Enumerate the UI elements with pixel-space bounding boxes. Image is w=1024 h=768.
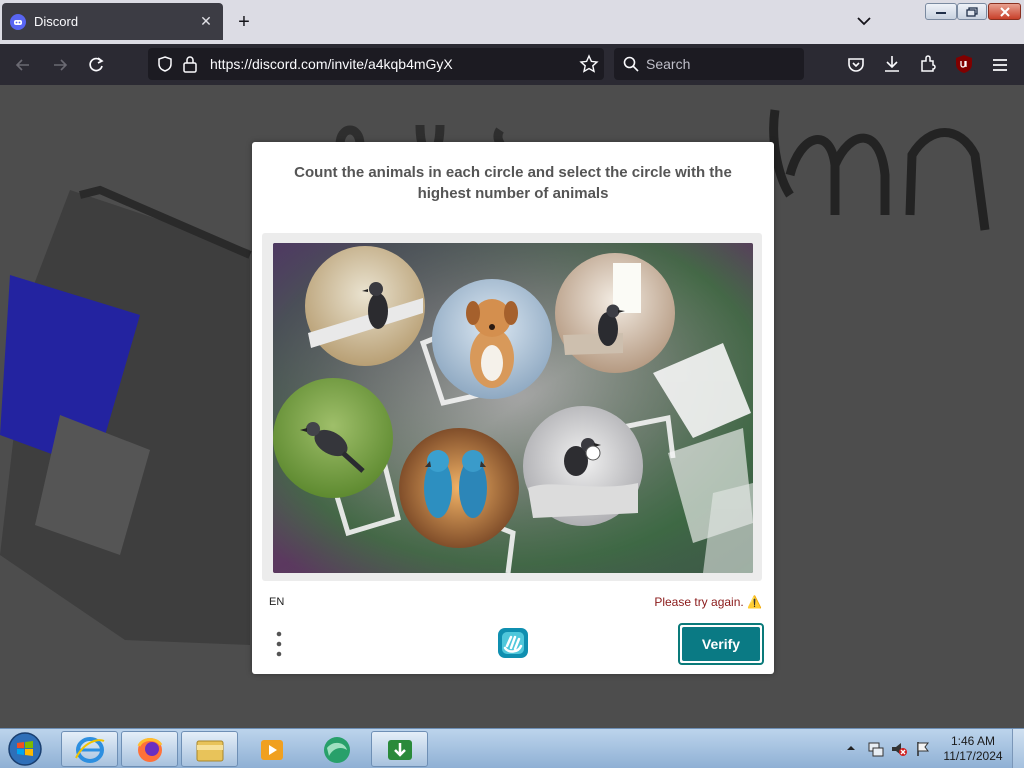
- taskbar-app[interactable]: [308, 731, 365, 767]
- menu-icon[interactable]: [990, 55, 1010, 75]
- lock-icon[interactable]: [182, 55, 198, 73]
- language-selector[interactable]: EN: [269, 596, 284, 608]
- hcaptcha-logo-icon[interactable]: [496, 626, 530, 660]
- captcha-circle-1: [305, 246, 425, 366]
- search-icon: [623, 56, 639, 72]
- captcha-challenge-image[interactable]: [273, 243, 753, 573]
- volume-muted-icon[interactable]: [890, 740, 908, 758]
- show-hidden-icons-icon[interactable]: [846, 743, 856, 753]
- taskbar-firefox[interactable]: [121, 731, 178, 767]
- captcha-circle-4: [273, 378, 393, 498]
- back-icon[interactable]: [12, 54, 34, 76]
- verify-button-label: Verify: [682, 627, 760, 661]
- tab-strip: Discord ✕ +: [0, 0, 1024, 44]
- media-player-icon: [261, 740, 283, 760]
- close-tab-icon[interactable]: ✕: [197, 13, 215, 30]
- address-bar[interactable]: https://discord.com/invite/a4kqb4mGyX: [148, 48, 604, 80]
- folder-icon: [196, 740, 224, 762]
- more-options-icon[interactable]: [274, 630, 284, 658]
- windows-taskbar: 1:46 AM 11/17/2024: [0, 728, 1024, 768]
- captcha-dialog: Count the animals in each circle and sel…: [252, 142, 774, 674]
- search-placeholder: Search: [646, 56, 691, 72]
- reload-icon[interactable]: [85, 54, 107, 76]
- taskbar-file-explorer[interactable]: [181, 731, 238, 767]
- error-message: Please try again. ⚠️: [654, 595, 762, 609]
- forward-icon[interactable]: [49, 54, 71, 76]
- tab-title: Discord: [34, 14, 79, 29]
- taskbar-internet-explorer[interactable]: [61, 731, 118, 767]
- list-tabs-icon[interactable]: [853, 10, 875, 32]
- captcha-circle-3: [555, 253, 675, 373]
- captcha-circle-6: [523, 406, 643, 526]
- captcha-image-frame: [262, 233, 762, 581]
- internet-explorer-icon: [75, 737, 105, 763]
- taskbar-media-player[interactable]: [244, 731, 301, 767]
- show-desktop-button[interactable]: [1012, 729, 1024, 768]
- close-window-button[interactable]: [988, 3, 1021, 20]
- pocket-icon[interactable]: [846, 55, 866, 75]
- new-tab-button[interactable]: +: [233, 11, 255, 33]
- minimize-button[interactable]: [925, 3, 957, 20]
- firefox-icon: [137, 738, 163, 762]
- captcha-circle-2: [432, 279, 552, 399]
- system-clock[interactable]: 1:46 AM 11/17/2024: [940, 734, 1006, 764]
- url-text: https://discord.com/invite/a4kqb4mGyX: [210, 56, 453, 72]
- clock-time: 1:46 AM: [950, 734, 996, 748]
- shield-icon[interactable]: [156, 55, 174, 73]
- action-center-flag-icon[interactable]: [914, 740, 932, 758]
- downloads-icon[interactable]: [882, 54, 902, 74]
- tab-discord[interactable]: Discord ✕: [2, 3, 223, 40]
- search-input[interactable]: Search: [614, 48, 804, 80]
- bookmark-star-icon[interactable]: [579, 54, 599, 74]
- extensions-icon[interactable]: [918, 54, 938, 74]
- captcha-prompt: Count the animals in each circle and sel…: [294, 164, 732, 202]
- discord-icon: [10, 13, 26, 30]
- navigation-toolbar: https://discord.com/invite/a4kqb4mGyX Se…: [0, 44, 1024, 85]
- verify-button[interactable]: Verify: [678, 623, 764, 665]
- clock-date: 11/17/2024: [943, 749, 1003, 763]
- captcha-circle-5: [399, 428, 519, 548]
- app-globe-icon: [324, 737, 350, 763]
- taskbar-download-manager[interactable]: [371, 731, 428, 767]
- network-icon[interactable]: [867, 740, 885, 758]
- restore-button[interactable]: [957, 3, 987, 20]
- download-manager-icon: [388, 740, 412, 760]
- start-button[interactable]: [4, 731, 46, 767]
- ublock-origin-icon[interactable]: [954, 54, 974, 74]
